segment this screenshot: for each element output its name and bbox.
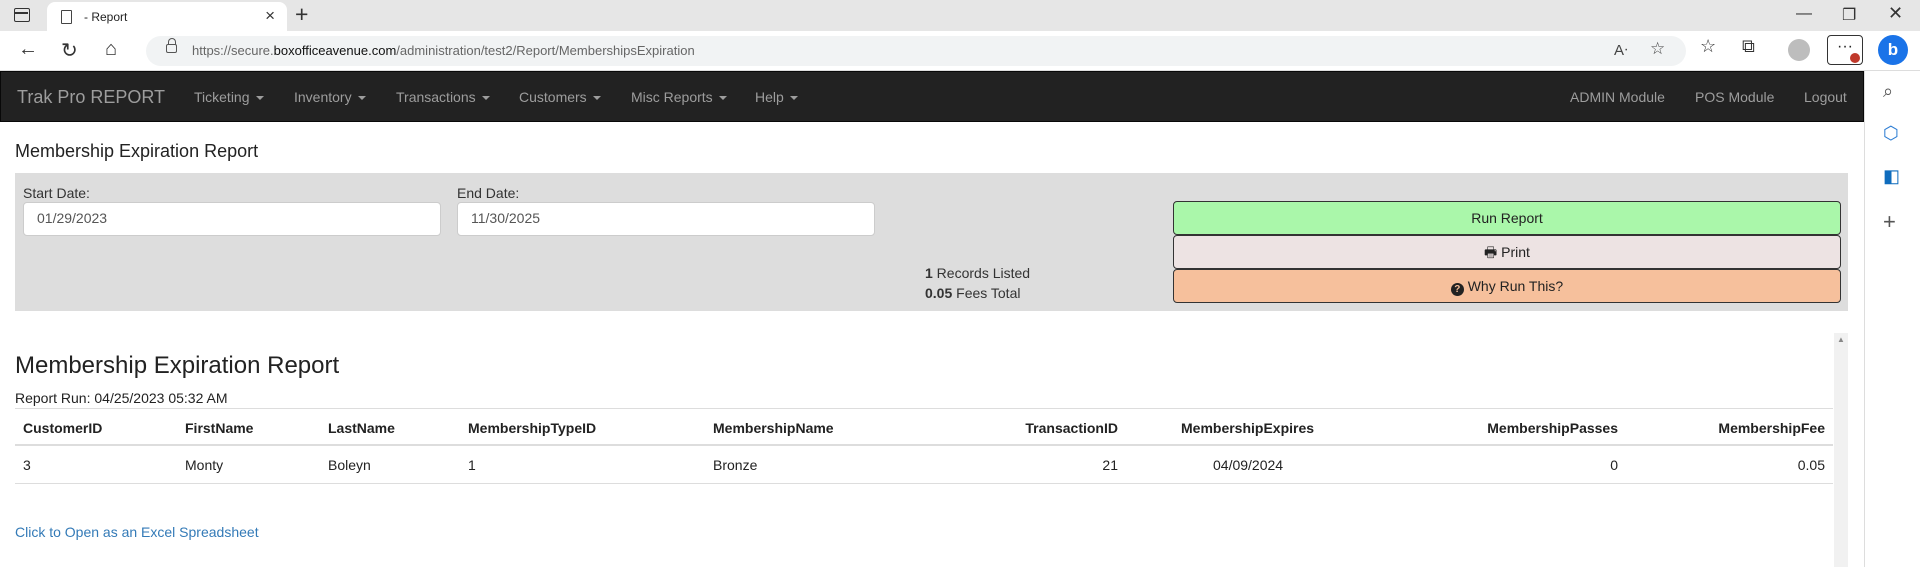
- report-scrollbar[interactable]: ▲: [1834, 333, 1848, 567]
- page-title: Membership Expiration Report: [15, 141, 259, 161]
- search-icon[interactable]: ⌕: [1883, 81, 1893, 102]
- edge-sidebar: ⌕ ⬡ ◧ +: [1864, 71, 1920, 567]
- table-row: 3 Monty Boleyn 1 Bronze 21 04/09/2024 0 …: [15, 446, 1833, 484]
- end-date-input[interactable]: 11/30/2025: [457, 202, 875, 236]
- home-icon[interactable]: ⌂: [105, 38, 117, 61]
- col-membership-name: MembershipName: [713, 420, 834, 436]
- cell-customer-id: 3: [23, 457, 31, 473]
- brand-link[interactable]: Trak Pro REPORT: [17, 87, 165, 108]
- cell-membership-expires: 04/09/2024: [1213, 457, 1284, 473]
- col-transaction-id: TransactionID: [1025, 420, 1118, 436]
- read-aloud-icon[interactable]: Aᐧ: [1614, 41, 1628, 59]
- tab-actions-icon[interactable]: [14, 8, 30, 22]
- nav-help[interactable]: Help: [755, 89, 798, 105]
- browser-tab-strip: - Report × + — ❐ ✕: [0, 0, 1920, 31]
- collections-icon[interactable]: ⧉: [1742, 36, 1755, 57]
- cell-membership-name: Bronze: [713, 457, 758, 473]
- favorite-star-icon[interactable]: ☆: [1650, 39, 1665, 59]
- more-menu-icon[interactable]: ···: [1827, 35, 1863, 65]
- page-icon: [61, 10, 72, 24]
- question-icon: ?: [1450, 283, 1464, 296]
- cell-transaction-id: 21: [1102, 457, 1118, 473]
- notification-badge: [1850, 53, 1860, 63]
- excel-spreadsheet-link[interactable]: Click to Open as an Excel Spreadsheet: [15, 524, 259, 540]
- minimize-icon[interactable]: —: [1796, 5, 1812, 23]
- add-sidebar-icon[interactable]: +: [1883, 209, 1896, 235]
- records-listed: 1 Records Listed: [925, 265, 1031, 281]
- outlook-icon[interactable]: ◧: [1883, 166, 1900, 187]
- scroll-up-icon[interactable]: ▲: [1837, 335, 1845, 344]
- close-window-icon[interactable]: ✕: [1888, 3, 1903, 24]
- fees-total: 0.05 Fees Total: [925, 285, 1021, 301]
- cell-membership-fee: 0.05: [1797, 457, 1825, 473]
- nav-inventory[interactable]: Inventory: [294, 89, 366, 105]
- lock-icon[interactable]: [166, 38, 177, 53]
- report-filter-panel: Start Date: 01/29/2023 End Date: 11/30/2…: [15, 173, 1848, 311]
- col-first-name: FirstName: [185, 420, 254, 436]
- print-icon: 🖶: [1484, 244, 1498, 260]
- nav-misc-reports[interactable]: Misc Reports: [631, 89, 727, 105]
- start-date-input[interactable]: 01/29/2023: [23, 202, 441, 236]
- restore-icon[interactable]: ❐: [1842, 5, 1856, 25]
- url-text[interactable]: https://secure.boxofficeavenue.com/admin…: [192, 43, 695, 58]
- cell-membership-type-id: 1: [468, 457, 476, 473]
- report-run-info: Report Run: 04/25/2023 05:32 AM: [15, 390, 228, 406]
- nav-customers[interactable]: Customers: [519, 89, 601, 105]
- tab-title: - Report: [84, 10, 128, 24]
- nav-logout[interactable]: Logout: [1804, 89, 1847, 105]
- col-last-name: LastName: [328, 420, 395, 436]
- office-icon[interactable]: ⬡: [1883, 123, 1899, 144]
- app-navbar: Trak Pro REPORT Ticketing Inventory Tran…: [0, 71, 1864, 122]
- nav-ticketing[interactable]: Ticketing: [194, 89, 264, 105]
- address-bar[interactable]: https://secure.boxofficeavenue.com/admin…: [146, 36, 1686, 66]
- report-heading: Membership Expiration Report: [15, 352, 340, 379]
- why-run-this-button[interactable]: ? Why Run This?: [1173, 269, 1841, 303]
- nav-transactions[interactable]: Transactions: [396, 89, 490, 105]
- browser-tab[interactable]: - Report ×: [47, 2, 287, 31]
- tab-close-icon[interactable]: ×: [265, 6, 275, 26]
- col-membership-fee: MembershipFee: [1718, 420, 1825, 436]
- refresh-icon[interactable]: ↻: [61, 38, 78, 63]
- new-tab-icon[interactable]: +: [295, 1, 308, 28]
- print-button[interactable]: 🖶 Print: [1173, 235, 1841, 269]
- bing-icon[interactable]: b: [1878, 35, 1908, 65]
- col-membership-type-id: MembershipTypeID: [468, 420, 597, 436]
- start-date-label: Start Date:: [23, 185, 90, 201]
- profile-avatar[interactable]: [1788, 39, 1810, 61]
- col-membership-passes: MembershipPasses: [1487, 420, 1618, 436]
- col-customer-id: CustomerID: [23, 420, 103, 436]
- nav-admin-module[interactable]: ADMIN Module: [1570, 89, 1665, 105]
- nav-pos-module[interactable]: POS Module: [1695, 89, 1774, 105]
- table-header: CustomerID FirstName LastName Membership…: [15, 408, 1833, 446]
- browser-toolbar: ← ↻ ⌂ https://secure.boxofficeavenue.com…: [0, 31, 1920, 71]
- end-date-label: End Date:: [457, 185, 520, 201]
- favorites-icon[interactable]: ☆: [1700, 36, 1716, 57]
- back-icon[interactable]: ←: [18, 38, 38, 61]
- cell-first-name: Monty: [185, 457, 224, 473]
- cell-last-name: Boleyn: [328, 457, 371, 473]
- run-report-button[interactable]: Run Report: [1173, 201, 1841, 235]
- col-membership-expires: MembershipExpires: [1181, 420, 1315, 436]
- cell-membership-passes: 0: [1610, 457, 1618, 473]
